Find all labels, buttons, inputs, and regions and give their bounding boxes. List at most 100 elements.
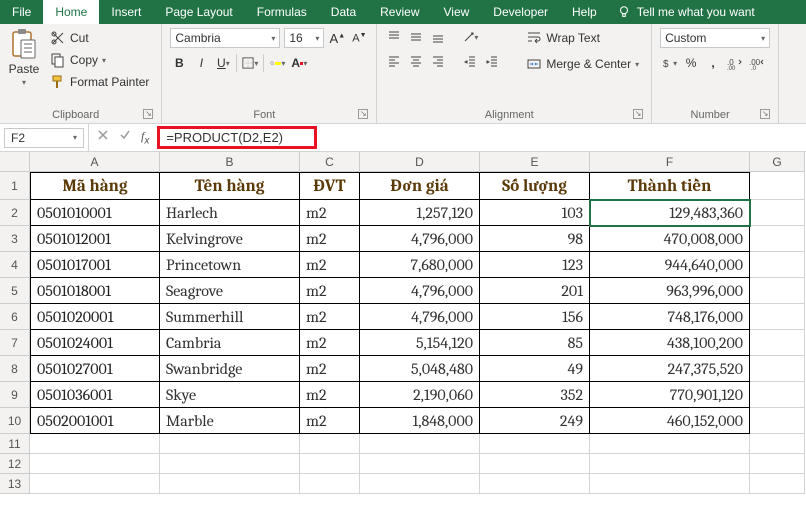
cell[interactable]: 103 — [480, 200, 590, 226]
cell[interactable]: 4,796,000 — [360, 304, 480, 330]
cell[interactable]: 944,640,000 — [590, 252, 750, 278]
cell[interactable] — [360, 474, 480, 494]
row-header[interactable]: 8 — [0, 356, 30, 382]
cell[interactable]: 438,100,200 — [590, 330, 750, 356]
cell[interactable]: Princetown — [160, 252, 300, 278]
tab-view[interactable]: View — [432, 0, 482, 24]
orientation-button[interactable]: ▾ — [461, 28, 479, 46]
formula-input[interactable]: =PRODUCT(D2,E2) — [157, 126, 317, 149]
cell[interactable]: 0501010001 — [30, 200, 160, 226]
cell[interactable] — [750, 474, 805, 494]
cell[interactable] — [750, 434, 805, 454]
tab-developer[interactable]: Developer — [481, 0, 560, 24]
cell[interactable] — [480, 474, 590, 494]
align-left-button[interactable] — [385, 52, 403, 70]
cell[interactable]: 1,848,000 — [360, 408, 480, 434]
cell[interactable]: 98 — [480, 226, 590, 252]
tab-data[interactable]: Data — [319, 0, 368, 24]
cell[interactable] — [300, 434, 360, 454]
align-top-button[interactable] — [385, 28, 403, 46]
decrease-indent-button[interactable] — [461, 52, 479, 70]
cell[interactable]: Seagrove — [160, 278, 300, 304]
font-launcher-icon[interactable]: ↘ — [358, 109, 368, 119]
align-center-button[interactable] — [407, 52, 425, 70]
paste-button[interactable]: Paste ▾ — [8, 28, 40, 87]
row-header[interactable]: 6 — [0, 304, 30, 330]
cut-button[interactable]: Cut — [46, 28, 153, 48]
cell[interactable]: 4,796,000 — [360, 278, 480, 304]
row-header[interactable]: 1 — [0, 172, 30, 200]
cell[interactable]: 0501036001 — [30, 382, 160, 408]
column-header-E[interactable]: E — [480, 152, 590, 172]
cell[interactable]: Skye — [160, 382, 300, 408]
cell[interactable]: m2 — [300, 200, 360, 226]
row-header[interactable]: 12 — [0, 454, 30, 474]
tab-help[interactable]: Help — [560, 0, 609, 24]
increase-indent-button[interactable] — [483, 52, 501, 70]
cell[interactable]: Swanbridge — [160, 356, 300, 382]
number-launcher-icon[interactable]: ↘ — [760, 109, 770, 119]
name-box[interactable]: F2▾ — [4, 128, 84, 148]
bold-button[interactable]: B — [170, 54, 188, 72]
row-header[interactable]: 2 — [0, 200, 30, 226]
selected-cell[interactable]: 129,483,360 — [590, 200, 750, 226]
cell[interactable] — [750, 382, 805, 408]
header-cell[interactable]: Thành tiền — [590, 172, 750, 200]
cell[interactable]: 1,257,120 — [360, 200, 480, 226]
increase-decimal-button[interactable]: .0.00 — [726, 54, 744, 72]
column-header-C[interactable]: C — [300, 152, 360, 172]
cell[interactable]: m2 — [300, 304, 360, 330]
cell[interactable]: 2,190,060 — [360, 382, 480, 408]
font-name-select[interactable]: Cambria▾ — [170, 28, 280, 48]
cell[interactable]: 460,152,000 — [590, 408, 750, 434]
column-header-G[interactable]: G — [750, 152, 805, 172]
cell[interactable]: Kelvingrove — [160, 226, 300, 252]
cell[interactable]: m2 — [300, 356, 360, 382]
column-header-A[interactable]: A — [30, 152, 160, 172]
cell[interactable]: 0501012001 — [30, 226, 160, 252]
cell[interactable]: 0502001001 — [30, 408, 160, 434]
cell[interactable]: 4,796,000 — [360, 226, 480, 252]
cell[interactable] — [590, 434, 750, 454]
cell[interactable]: m2 — [300, 252, 360, 278]
decrease-font-button[interactable]: A▼ — [350, 29, 368, 47]
cell[interactable] — [750, 304, 805, 330]
cell[interactable] — [480, 434, 590, 454]
cell[interactable] — [750, 408, 805, 434]
enter-formula-button[interactable] — [119, 129, 131, 146]
cell[interactable] — [590, 454, 750, 474]
cell[interactable]: m2 — [300, 382, 360, 408]
cell[interactable]: 49 — [480, 356, 590, 382]
cell[interactable] — [300, 454, 360, 474]
row-header[interactable]: 5 — [0, 278, 30, 304]
alignment-launcher-icon[interactable]: ↘ — [633, 109, 643, 119]
tab-review[interactable]: Review — [368, 0, 431, 24]
cell[interactable]: 156 — [480, 304, 590, 330]
cell[interactable] — [750, 252, 805, 278]
cell[interactable]: 748,176,000 — [590, 304, 750, 330]
decrease-decimal-button[interactable]: .00.0 — [748, 54, 766, 72]
row-header[interactable]: 11 — [0, 434, 30, 454]
cell[interactable] — [750, 330, 805, 356]
cell[interactable]: 201 — [480, 278, 590, 304]
cell[interactable] — [480, 454, 590, 474]
row-header[interactable]: 10 — [0, 408, 30, 434]
cell[interactable] — [160, 454, 300, 474]
clipboard-launcher-icon[interactable]: ↘ — [143, 109, 153, 119]
cell[interactable]: m2 — [300, 278, 360, 304]
fill-color-button[interactable]: ▾ — [268, 54, 286, 72]
tab-file[interactable]: File — [0, 0, 43, 24]
cell[interactable]: Cambria — [160, 330, 300, 356]
copy-button[interactable]: Copy ▾ — [46, 50, 153, 70]
column-header-F[interactable]: F — [590, 152, 750, 172]
cell[interactable] — [750, 278, 805, 304]
cell[interactable]: m2 — [300, 226, 360, 252]
align-right-button[interactable] — [429, 52, 447, 70]
font-size-select[interactable]: 16▾ — [284, 28, 324, 48]
row-header[interactable]: 3 — [0, 226, 30, 252]
cell[interactable] — [160, 434, 300, 454]
cancel-formula-button[interactable] — [97, 129, 109, 146]
row-header[interactable]: 4 — [0, 252, 30, 278]
cell[interactable]: 470,008,000 — [590, 226, 750, 252]
cell[interactable] — [30, 474, 160, 494]
